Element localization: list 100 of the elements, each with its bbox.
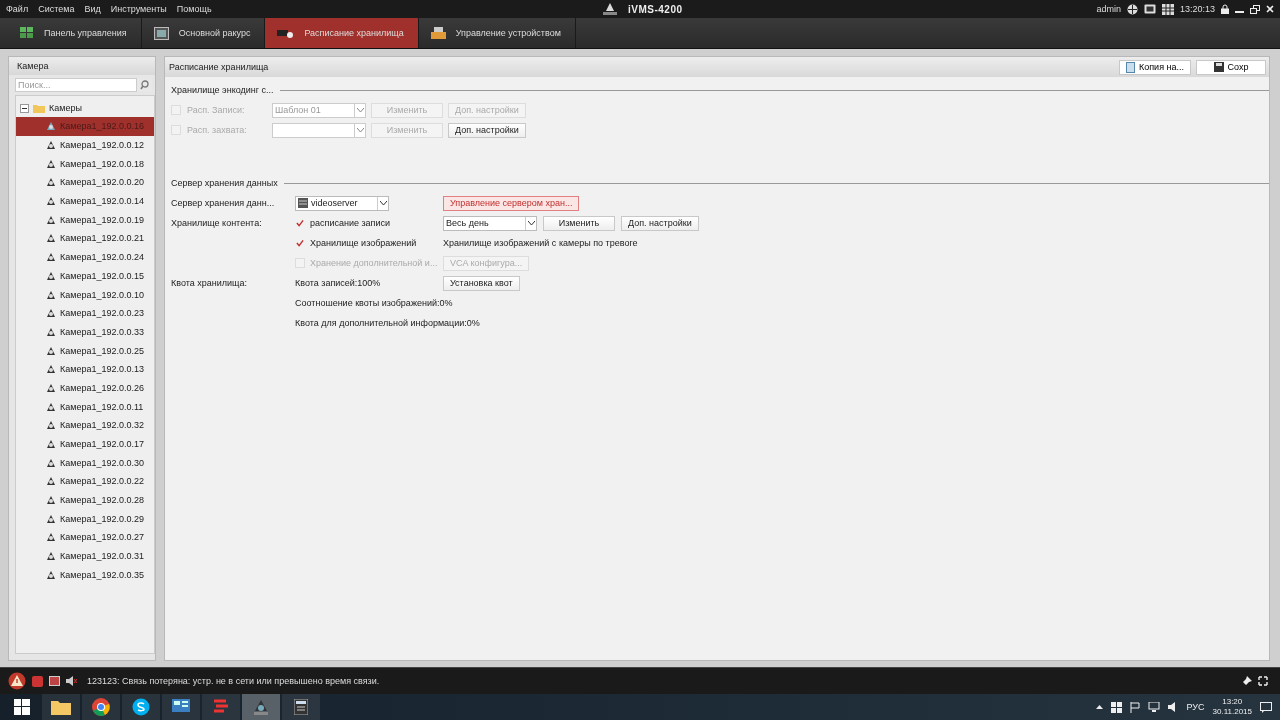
camera-item[interactable]: Камера1_192.0.0.23 bbox=[16, 303, 154, 323]
tab[interactable]: Управление устройством bbox=[418, 18, 576, 48]
menu-item[interactable]: Инструменты bbox=[110, 4, 167, 14]
browser-icon bbox=[92, 698, 110, 716]
speaker-icon[interactable] bbox=[66, 676, 77, 686]
quota-text: Соотношение квоты изображений:0% bbox=[295, 298, 453, 308]
folder-icon bbox=[51, 699, 71, 715]
language-indicator[interactable]: РУС bbox=[1186, 702, 1205, 712]
camera-item[interactable]: Камера1_192.0.0.30 bbox=[16, 453, 154, 473]
taskbar-app[interactable] bbox=[122, 694, 160, 720]
network-icon[interactable] bbox=[1147, 702, 1160, 712]
caret-icon[interactable] bbox=[1095, 705, 1103, 709]
app-title: iVMS-4200 bbox=[628, 3, 683, 15]
quota-text: Квота для дополнительной информации:0% bbox=[295, 318, 480, 328]
restore-icon[interactable] bbox=[1250, 4, 1260, 14]
panel-title: Камера bbox=[9, 57, 155, 75]
notification-icon[interactable] bbox=[1260, 701, 1272, 713]
caret-icon bbox=[527, 221, 535, 225]
tab[interactable]: Расписание хранилища bbox=[265, 18, 419, 48]
expand-icon[interactable] bbox=[1258, 676, 1268, 686]
warning-icon[interactable] bbox=[8, 672, 26, 690]
checkbox[interactable] bbox=[295, 238, 305, 248]
checkbox-label: Хранилище изображений bbox=[310, 238, 417, 248]
monitor-icon[interactable] bbox=[1143, 4, 1156, 14]
camera-item[interactable]: Камера1_192.0.0.20 bbox=[16, 173, 154, 192]
checkbox[interactable] bbox=[295, 218, 305, 228]
globe-icon[interactable] bbox=[1126, 3, 1138, 15]
caret-icon bbox=[379, 201, 387, 205]
taskbar-app[interactable] bbox=[162, 694, 200, 720]
picture-icon[interactable] bbox=[49, 676, 60, 686]
button[interactable]: Изменить bbox=[543, 215, 615, 231]
camera-item[interactable]: Камера1_192.0.0.11 bbox=[16, 397, 154, 416]
dropdown[interactable]: videoserver bbox=[295, 195, 389, 211]
user-name: admin bbox=[1096, 4, 1121, 14]
field-label: Квота хранилища: bbox=[171, 278, 247, 288]
camera-item[interactable]: Камера1_192.0.0.19 bbox=[16, 210, 154, 230]
tray-time: 13:20 bbox=[1222, 697, 1243, 707]
panel-title: Расписание хранилища bbox=[169, 62, 269, 72]
camera-item[interactable]: Камера1_192.0.0.18 bbox=[16, 154, 154, 174]
flag-icon[interactable] bbox=[1129, 701, 1140, 713]
camera-item[interactable]: Камера1_192.0.0.15 bbox=[16, 266, 154, 286]
close-icon[interactable] bbox=[1266, 5, 1274, 13]
button[interactable]: Доп. настройки bbox=[621, 215, 699, 231]
camera-item[interactable]: Камера1_192.0.0.33 bbox=[16, 322, 154, 342]
camera-item[interactable]: Камера1_192.0.0.29 bbox=[16, 509, 154, 529]
camera-item[interactable]: Камера1_192.0.0.14 bbox=[16, 191, 154, 211]
folder-icon bbox=[33, 103, 45, 113]
taskbar-app[interactable] bbox=[42, 694, 80, 720]
lock-icon[interactable] bbox=[1221, 4, 1229, 14]
camera-item[interactable]: Камера1_192.0.0.17 bbox=[16, 434, 154, 454]
stripes-icon bbox=[212, 699, 230, 715]
monitor-icon bbox=[153, 26, 169, 40]
field-label: Расп. захвата: bbox=[187, 125, 247, 135]
clock-time: 13:20:13 bbox=[1179, 4, 1215, 14]
camera-item[interactable]: Камера1_192.0.0.32 bbox=[16, 416, 154, 435]
tree-item[interactable]: Камеры bbox=[49, 103, 82, 113]
menu-item[interactable]: Вид bbox=[84, 4, 101, 14]
menu-item[interactable]: Файл bbox=[6, 4, 29, 14]
camera-item[interactable]: Камера1_192.0.0.27 bbox=[16, 528, 154, 547]
camera-item[interactable]: Камера1_192.0.0.26 bbox=[16, 378, 154, 398]
quota-text: Квота записей:100% bbox=[295, 278, 381, 288]
camera-item[interactable]: Камера1_192.0.0.13 bbox=[16, 359, 154, 379]
windows-icon[interactable] bbox=[14, 699, 30, 715]
camera-item[interactable]: Камера1_192.0.0.25 bbox=[16, 341, 154, 360]
menu-item[interactable]: Система bbox=[38, 4, 75, 14]
manage-server-button[interactable]: Управление сервером хран... bbox=[443, 195, 580, 211]
section-title: Хранилище энкодинг с... bbox=[171, 85, 274, 95]
button[interactable]: Установка квот bbox=[443, 275, 520, 291]
camera-item[interactable]: Камера1_192.0.0.12 bbox=[16, 135, 154, 155]
camera-item[interactable]: Камера1_192.0.0.24 bbox=[16, 247, 154, 267]
calculator-icon bbox=[294, 699, 308, 715]
search-icon[interactable] bbox=[137, 78, 152, 92]
copy-button[interactable]: Копия на... bbox=[1119, 59, 1191, 75]
search-field[interactable]: Поиск... bbox=[15, 78, 137, 92]
field-label: Сервер хранения данн... bbox=[171, 198, 275, 208]
checkbox-label: расписание записи bbox=[310, 218, 390, 228]
taskbar-app[interactable] bbox=[282, 694, 320, 720]
dropdown[interactable]: Весь день bbox=[443, 215, 537, 231]
save-button[interactable]: Сохр bbox=[1196, 59, 1266, 75]
taskbar-app[interactable] bbox=[82, 694, 120, 720]
dashboard-icon bbox=[172, 699, 190, 715]
camera-item[interactable]: Камера1_192.0.0.28 bbox=[16, 490, 154, 510]
camera-item[interactable]: Камера1_192.0.0.31 bbox=[16, 546, 154, 566]
camera-item[interactable]: Камера1_192.0.0.21 bbox=[16, 229, 154, 248]
field-label: Хранилище контента: bbox=[171, 218, 262, 228]
grid-icon[interactable] bbox=[1161, 3, 1174, 15]
server-icon bbox=[298, 198, 308, 208]
camera-item[interactable]: Камера1_192.0.0.10 bbox=[16, 285, 154, 304]
camera-item[interactable]: Камера1_192.0.0.35 bbox=[16, 565, 154, 585]
caret-icon bbox=[356, 128, 364, 132]
collapse-toggle[interactable] bbox=[20, 103, 29, 113]
status-message: 123123: Связь потеряна: устр. не в сети или превышено время связи. bbox=[87, 676, 380, 686]
document-icon bbox=[1126, 61, 1135, 73]
tray-date: 30.11.2015 bbox=[1212, 707, 1252, 717]
tab[interactable]: Панель управления bbox=[8, 18, 142, 48]
camera-item[interactable]: Камера1_192.0.0.22 bbox=[16, 472, 154, 491]
field-label: Расп. Записи: bbox=[187, 105, 245, 115]
windows-icon[interactable] bbox=[1110, 701, 1122, 713]
menu-item[interactable]: Помощь bbox=[176, 4, 212, 14]
caret-icon bbox=[356, 108, 364, 112]
